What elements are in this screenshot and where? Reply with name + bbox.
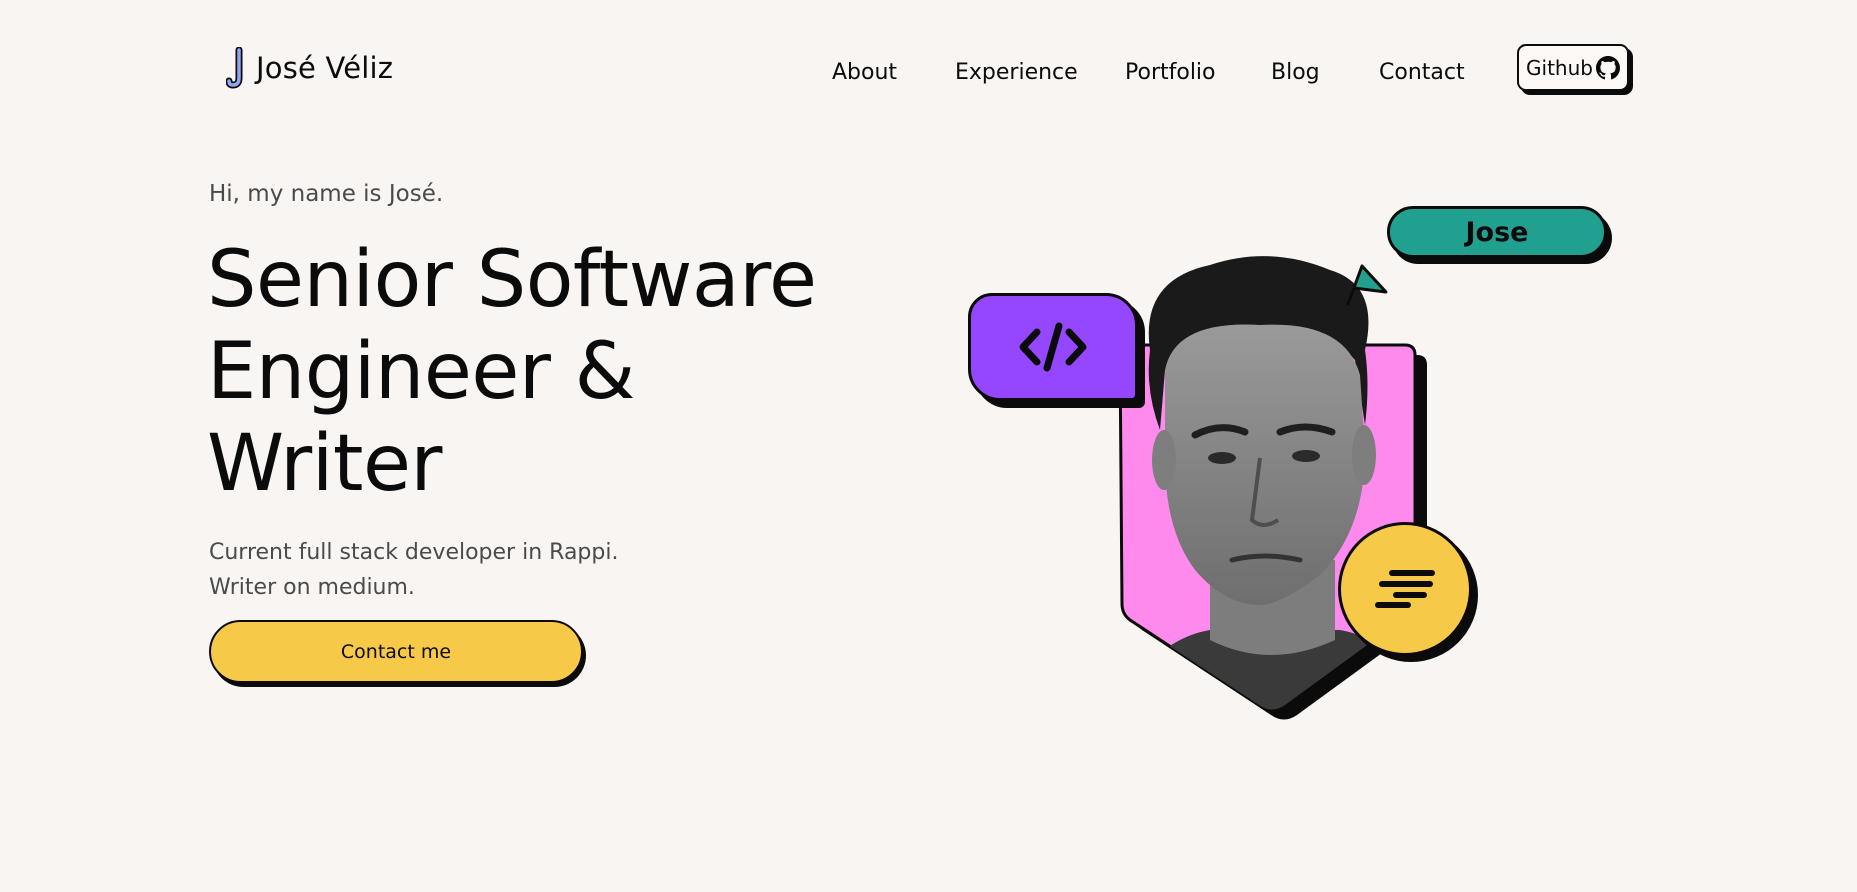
code-icon	[1019, 322, 1087, 372]
github-label: Github	[1526, 55, 1593, 80]
nav-portfolio[interactable]: Portfolio	[1125, 60, 1216, 85]
subtitle-line-1: Current full stack developer in Rappi.	[209, 540, 619, 565]
code-badge	[968, 293, 1138, 401]
nav-experience[interactable]: Experience	[955, 60, 1078, 85]
nav-contact[interactable]: Contact	[1379, 60, 1465, 85]
portrait-frame	[1118, 256, 1427, 720]
headline-line-3: Writer	[207, 419, 443, 509]
medium-badge	[1338, 522, 1472, 656]
hero-illustration: Jose	[960, 200, 1620, 760]
headline-line-1: Senior Software	[207, 235, 817, 325]
greeting-text: Hi, my name is José.	[209, 181, 444, 207]
github-icon	[1595, 55, 1620, 79]
headline-line-2: Engineer &	[207, 327, 636, 417]
brand-logo[interactable]: José Véliz	[226, 46, 393, 90]
nav-blog[interactable]: Blog	[1271, 60, 1320, 85]
nav-about[interactable]: About	[832, 60, 897, 85]
github-button[interactable]: Github	[1517, 44, 1629, 91]
subtitle-line-2: Writer on medium.	[209, 575, 415, 600]
page-title: Senior Software Engineer & Writer	[207, 234, 907, 510]
contact-me-button[interactable]: Contact me	[209, 620, 583, 683]
medium-icon	[1375, 570, 1435, 608]
name-tag: Jose	[1387, 206, 1607, 258]
hero-subtitle: Current full stack developer in Rappi. W…	[209, 535, 618, 605]
logo-j-icon	[226, 47, 243, 89]
brand-name: José Véliz	[256, 51, 394, 85]
